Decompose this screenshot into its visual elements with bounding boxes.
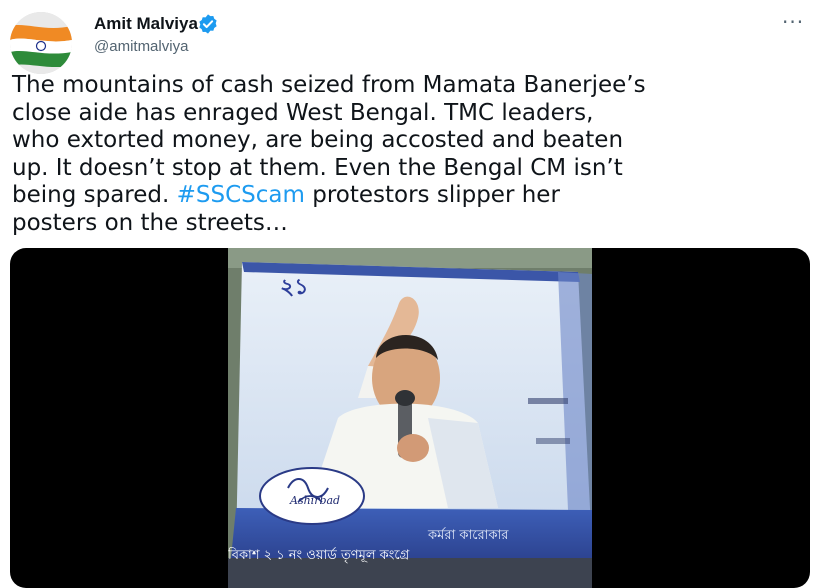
indian-flag-avatar-icon <box>10 12 72 74</box>
video-frame[interactable]: ২১ Ashirbad কর্মরা কারোকার বিকাশ ২ ১ নং … <box>228 248 592 588</box>
avatar[interactable] <box>10 12 72 74</box>
more-options-icon[interactable]: ··· <box>782 12 804 32</box>
tweet-text-line: who extorted money, are being accosted a… <box>12 127 624 153</box>
tweet-text-line-with-hashtag: being spared. #SSCScam protestors slippe… <box>12 182 812 210</box>
tweet-text-line: The mountains of cash seized from Mamata… <box>12 72 646 98</box>
verified-badge-icon <box>199 14 217 34</box>
tweet-text-line: posters on the streets… <box>12 209 288 236</box>
video-player[interactable]: ২১ Ashirbad কর্মরা কারোকার বিকাশ ২ ১ নং … <box>10 248 810 588</box>
tweet-text-segment: being spared. <box>12 182 177 208</box>
author-name[interactable]: Amit Malviya <box>94 14 198 34</box>
author-handle[interactable]: @amitmalviya <box>94 38 188 55</box>
tweet-text-segment: protestors slipper her <box>304 182 560 208</box>
poster-caption: কর্মরা কারোকার <box>428 528 509 543</box>
tweet-text: The mountains of cash seized from Mamata… <box>12 72 812 237</box>
poster-number: ২১ <box>280 275 309 300</box>
poster-logo-text: Ashirbad <box>290 494 341 507</box>
tweet-text-line: up. It doesn’t stop at them. Even the Be… <box>12 154 623 181</box>
tweet-card: Amit Malviya @amitmalviya ··· The mounta… <box>0 0 820 588</box>
poster-caption: বিকাশ ২ ১ নং ওয়ার্ড তৃণমূল কংগ্রে <box>228 548 410 563</box>
tweet-text-line: close aide has enraged West Bengal. TMC … <box>12 99 594 126</box>
hashtag-link[interactable]: #SSCScam <box>177 182 305 208</box>
